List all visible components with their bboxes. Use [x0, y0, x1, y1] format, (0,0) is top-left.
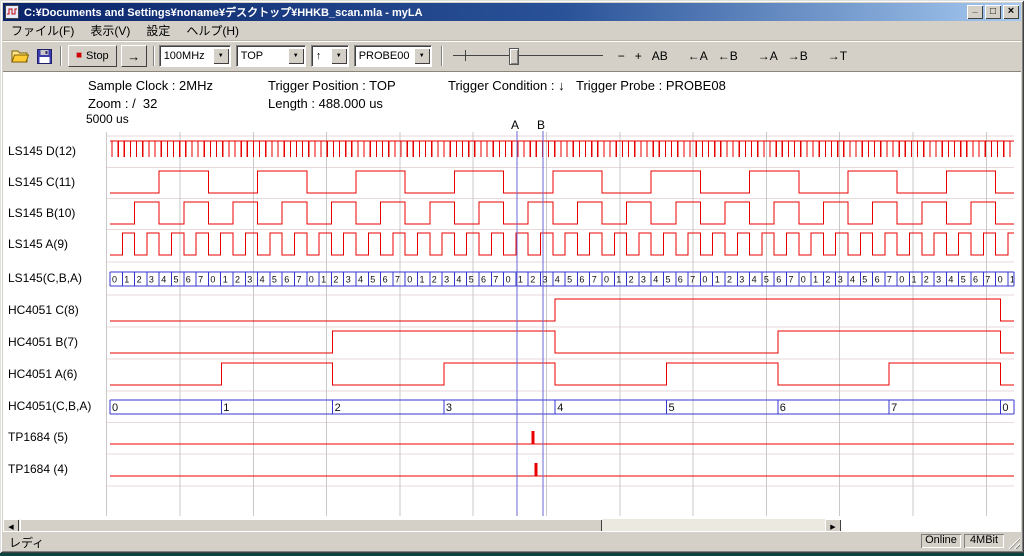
- channel-label: LS145(C,B,A): [8, 271, 82, 285]
- trigger-probe-value: PROBE00: [355, 50, 414, 62]
- chevron-down-icon: ▼: [336, 53, 342, 59]
- channel-label: LS145 B(10): [8, 206, 75, 220]
- move-a-right-button[interactable]: →A: [754, 45, 782, 67]
- trigger-edge-dropdown-button[interactable]: ▼: [331, 48, 347, 64]
- channel-label: LS145 C(11): [8, 175, 75, 189]
- move-b-left-button[interactable]: ←B: [714, 45, 742, 67]
- channel-label: HC4051(C,B,A): [8, 399, 91, 413]
- chevron-down-icon: ▼: [419, 53, 425, 59]
- channel-label: HC4051 A(6): [8, 367, 77, 381]
- trigger-probe-select[interactable]: PROBE00 ▼: [354, 45, 432, 67]
- move-b-right-button[interactable]: →B: [784, 45, 812, 67]
- slider-track: [453, 55, 603, 56]
- close-icon: ×: [1008, 5, 1014, 17]
- scroll-left-icon: ◀: [8, 523, 13, 531]
- zoom-slider-thumb[interactable]: [509, 48, 519, 65]
- channel-label: LS145 A(9): [8, 237, 68, 251]
- status-online: Online: [921, 534, 961, 548]
- maximize-icon: □: [990, 6, 996, 17]
- time-scale-label: 5000 us: [86, 112, 129, 126]
- channel-label: TP1684 (4): [8, 462, 68, 476]
- minimize-icon: _: [972, 4, 977, 14]
- waveform-area: [3, 70, 1021, 533]
- trigger-position-select[interactable]: TOP ▼: [236, 45, 306, 67]
- menu-item-help[interactable]: ヘルプ(H): [178, 21, 247, 41]
- toolbar: ■ Stop → 100MHz ▼ TOP ▼ ↑ ▼ PROBE00 ▼: [3, 40, 1021, 72]
- channel-label: LS145 D(12): [8, 144, 76, 158]
- zoom-slider[interactable]: [453, 45, 603, 67]
- sample-clock-text: Sample Clock : 2MHz: [88, 78, 213, 93]
- move-a-left-button[interactable]: ←A: [684, 45, 712, 67]
- chevron-down-icon: ▼: [293, 53, 299, 59]
- minimize-button[interactable]: _: [967, 5, 983, 19]
- zoom-in-button[interactable]: +: [631, 45, 646, 67]
- channel-label: HC4051 C(8): [8, 303, 79, 317]
- sample-rate-value: 100MHz: [160, 50, 213, 62]
- zoom-text: Zoom : / 32: [88, 96, 157, 111]
- toolbar-separator: [60, 46, 62, 66]
- close-button[interactable]: ×: [1003, 5, 1019, 19]
- sample-rate-dropdown-button[interactable]: ▼: [213, 48, 229, 64]
- menu-bar: ファイル(F) 表示(V) 設定 ヘルプ(H): [3, 21, 1021, 40]
- trigger-condition-text: Trigger Condition : ↓: [448, 78, 565, 93]
- menu-item-file[interactable]: ファイル(F): [3, 21, 82, 41]
- stop-button[interactable]: ■ Stop: [68, 45, 117, 67]
- stop-label: Stop: [86, 50, 109, 62]
- trigger-position-text: Trigger Position : TOP: [268, 78, 396, 93]
- application-window: C:¥Documents and Settings¥noname¥デスクトップ¥…: [0, 0, 1024, 553]
- save-button[interactable]: [32, 45, 56, 67]
- toolbar-separator: [441, 46, 443, 66]
- maximize-button[interactable]: □: [985, 5, 1001, 19]
- length-text: Length : 488.000 us: [268, 96, 383, 111]
- trigger-edge-value: ↑: [312, 50, 331, 62]
- scroll-right-icon: ▶: [830, 523, 835, 531]
- open-button[interactable]: [8, 45, 32, 67]
- trigger-position-dropdown-button[interactable]: ▼: [288, 48, 304, 64]
- chevron-down-icon: ▼: [218, 53, 224, 59]
- run-button[interactable]: →: [121, 45, 147, 67]
- trigger-probe-dropdown-button[interactable]: ▼: [414, 48, 430, 64]
- trigger-position-value: TOP: [237, 50, 288, 62]
- menu-item-view[interactable]: 表示(V): [82, 21, 138, 41]
- window-title: C:¥Documents and Settings¥noname¥デスクトップ¥…: [24, 4, 967, 20]
- folder-open-icon: [11, 49, 29, 63]
- app-icon: [5, 5, 21, 19]
- window-controls: _ □ ×: [967, 5, 1019, 19]
- status-bar: レディ Online 4MBit: [3, 531, 1021, 550]
- stop-icon: ■: [76, 51, 82, 61]
- ab-cursor-button[interactable]: AB: [648, 45, 672, 67]
- zoom-out-button[interactable]: −: [614, 45, 629, 67]
- channel-label: TP1684 (5): [8, 430, 68, 444]
- move-to-trigger-button[interactable]: →T: [824, 45, 851, 67]
- floppy-icon: [37, 49, 52, 64]
- menu-item-settings[interactable]: 設定: [138, 21, 178, 41]
- title-bar[interactable]: C:¥Documents and Settings¥noname¥デスクトップ¥…: [3, 3, 1021, 21]
- status-message: レディ: [9, 534, 44, 551]
- trigger-edge-select[interactable]: ↑ ▼: [311, 45, 349, 67]
- trigger-probe-text: Trigger Probe : PROBE08: [576, 78, 726, 93]
- sample-rate-select[interactable]: 100MHz ▼: [159, 45, 231, 67]
- resize-grip-icon[interactable]: [1007, 536, 1020, 549]
- channel-label: HC4051 B(7): [8, 335, 78, 349]
- status-memory: 4MBit: [964, 534, 1004, 548]
- screen: C:¥Documents and Settings¥noname¥デスクトップ¥…: [0, 0, 1024, 556]
- toolbar-separator: [153, 46, 155, 66]
